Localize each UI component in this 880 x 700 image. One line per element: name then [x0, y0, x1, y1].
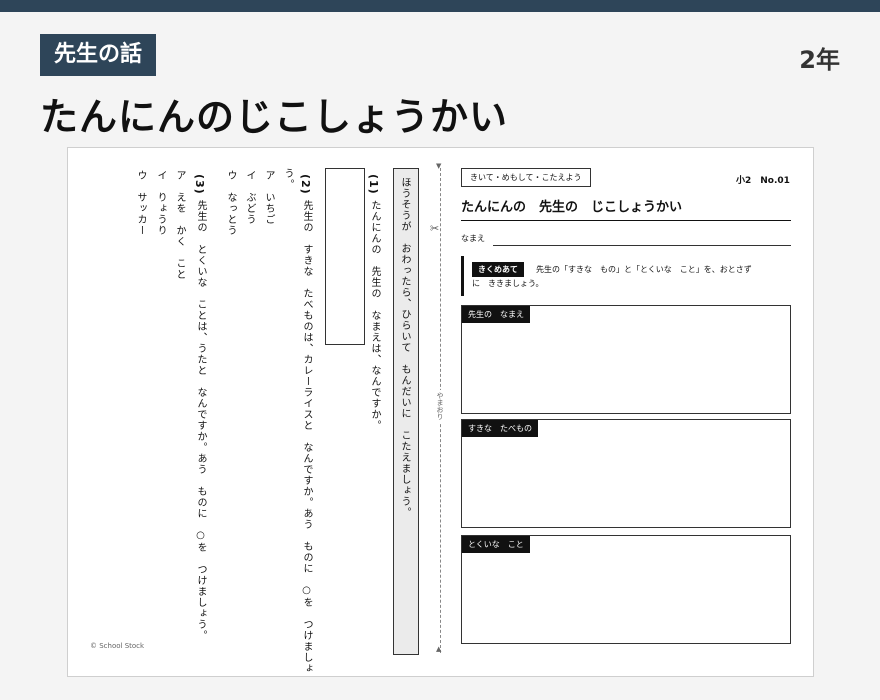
worksheet-number: 小2 No.01: [736, 176, 790, 186]
q3-option-b: イ りょうり: [155, 170, 166, 236]
q3-option-c: ウ サッカー: [135, 170, 146, 236]
q2-option-c: ウ なっとう: [225, 170, 236, 236]
memo-box-label: とくいな こと: [462, 536, 530, 553]
memo-box-favorite-food: すきな たべもの: [461, 419, 791, 528]
instruction-box: ほうそうが おわったら、ひらいて もんだいに こたえましょう。: [393, 168, 419, 655]
title-underline: [461, 220, 791, 221]
answer-box-q1: [325, 168, 365, 345]
memo-box-label: すきな たべもの: [462, 420, 538, 437]
q2-option-a: ア いちご: [263, 170, 274, 225]
question-2-text-end: う。: [282, 168, 293, 190]
top-accent-bar: [0, 0, 880, 12]
worksheet-tag: きいて・めもして・こたえよう: [461, 168, 591, 187]
question-2-number: (2): [299, 174, 312, 195]
listening-goal-text: 先生の「すきな もの」と「とくいな こと」を、おとさず: [536, 265, 752, 274]
listening-goal: きくめあて 先生の「すきな もの」と「とくいな こと」を、おとさず に ききまし…: [461, 256, 794, 296]
question-3-number: (3): [193, 174, 206, 195]
page-title: たんにんのじこしょうかい: [40, 95, 509, 139]
category-label: 先生の話: [40, 34, 157, 76]
fold-top-arrow-icon: ▼: [436, 162, 442, 170]
memo-box-label: 先生の なまえ: [462, 306, 530, 323]
grade-label: 2年: [799, 46, 840, 74]
copyright-text: © School Stock: [90, 642, 145, 650]
question-1-text: たんにんの 先生の なまえは、なんですか。: [369, 200, 380, 431]
worksheet-preview: ほうそうが おわったら、ひらいて もんだいに こたえましょう。 (1) たんにん…: [67, 147, 814, 677]
q3-option-a: ア えを かく こと: [174, 170, 185, 280]
name-line: [493, 245, 791, 246]
fold-label: やまおり: [435, 390, 445, 422]
listening-goal-label: きくめあて: [472, 262, 524, 277]
scissor-icon: ✂: [430, 222, 440, 235]
q2-option-b: イ ぶどう: [244, 170, 255, 225]
question-1-number: (1): [367, 174, 380, 195]
memo-box-teacher-name: 先生の なまえ: [461, 305, 791, 414]
fold-bottom-arrow-icon: ▲: [436, 645, 442, 653]
instruction-text: ほうそうが おわったら、ひらいて もんだいに こたえましょう。: [399, 177, 410, 518]
name-label: なまえ: [461, 234, 485, 243]
listening-goal-text-2: に ききましょう。: [472, 279, 544, 288]
question-2-text: 先生の すきな たべものは、カレーライスと なんですか。あう ものに ○を つけ…: [301, 200, 312, 674]
worksheet-title: たんにんの 先生の じこしょうかい: [461, 200, 683, 215]
question-3-text: 先生の とくいな ことは、うたと なんですか。あう ものに ○を つけましょう。: [195, 200, 206, 641]
memo-box-skill: とくいな こと: [461, 535, 791, 644]
